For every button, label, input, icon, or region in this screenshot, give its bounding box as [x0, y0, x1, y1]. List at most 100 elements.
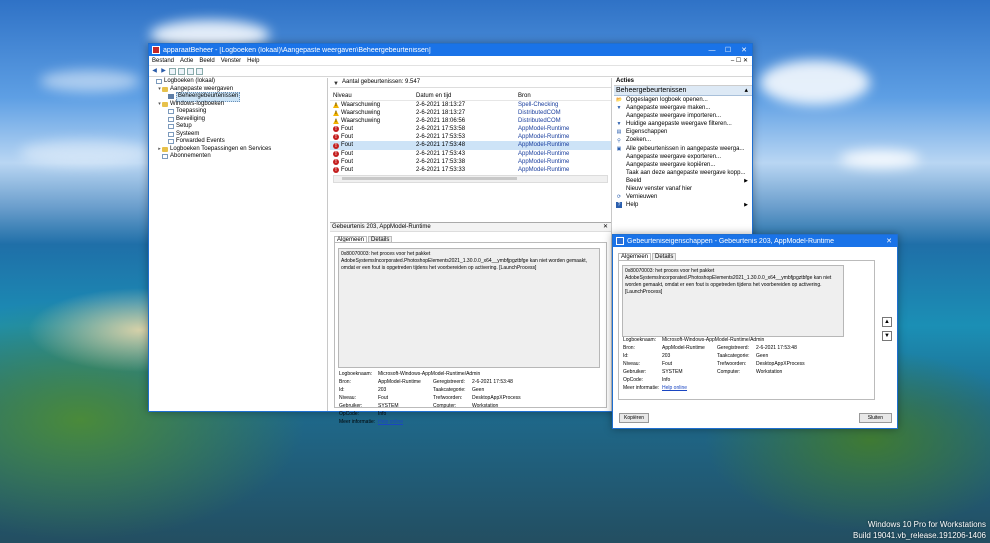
event-detail-pane: Gebeurtenis 203, AppModel-Runtime ✕ Alge…	[330, 222, 611, 425]
title-bar[interactable]: apparaatBeheer - [Logboeken (lokaal)\Aan…	[149, 44, 752, 56]
dialog-tab-details[interactable]: Details	[652, 253, 677, 260]
child-window-controls[interactable]: – ☐ ✕	[731, 57, 748, 64]
back-icon[interactable]: ◀	[151, 68, 158, 75]
prop-logname: Microsoft-Windows-AppModel-Runtime/Admin	[378, 371, 481, 377]
tree-node[interactable]: Forwarded Events	[149, 138, 327, 146]
event-row[interactable]: ! Fout 2-6-2021 17:53:53 AppModel-Runtime	[330, 133, 611, 141]
collapse-up-icon[interactable]: ▴	[744, 86, 748, 95]
copy-button[interactable]: Kopiëren	[619, 413, 650, 423]
close-dialog-button[interactable]: Sluiten	[858, 413, 892, 423]
dlg-computer-label: Computer:	[717, 369, 741, 375]
action-item[interactable]: Aangepaste weergave exporteren...	[614, 153, 752, 161]
minimize-button[interactable]: —	[704, 47, 720, 54]
events-list: ! Waarschuwing 2-6-2021 18:13:27 Spell-Chec…	[330, 101, 611, 174]
event-row[interactable]: ! Fout 2-6-2021 17:53:48 AppModel-Runtime	[330, 141, 611, 150]
event-source: AppModel-Runtime	[518, 126, 570, 133]
action-item[interactable]: Beeld ▶	[614, 177, 752, 185]
general-panel: 0x80070003: het proces voor het pakket A…	[334, 242, 607, 425]
event-date: 2-6-2021 18:13:27	[416, 110, 466, 117]
tree-node-label: Setup	[176, 123, 192, 129]
actions-section-header[interactable]: Beheergebeurtenissen ▴	[614, 86, 752, 96]
tree-node[interactable]: Systeem	[149, 131, 327, 139]
menu-view[interactable]: Beeld	[199, 58, 214, 64]
action-item[interactable]: Nieuw venster vanaf hier	[614, 185, 752, 193]
tree-node[interactable]: ▾ Windows-logboeken	[149, 101, 327, 109]
folder-icon	[162, 86, 168, 92]
next-event-button[interactable]: ▼	[882, 331, 892, 341]
action-item[interactable]: ▤ Eigenschappen	[614, 128, 752, 136]
tree-node[interactable]: ▸ Logboeken Toepassingen en Services	[149, 146, 327, 154]
menu-action[interactable]: Actie	[180, 58, 193, 64]
watermark-build: Build 19041.vb_release.191206-1406	[853, 531, 986, 540]
action-item[interactable]: Aangepaste weergave importeren...	[614, 112, 752, 120]
scrollbar-thumb[interactable]	[342, 176, 517, 180]
forward-icon[interactable]: ▶	[160, 68, 167, 75]
dlg-opcode-label: OpCode:	[623, 377, 644, 383]
menu-help[interactable]: Help	[247, 58, 259, 64]
action-item[interactable]: ▼ Aangepaste weergave maken...	[614, 104, 752, 112]
dlg-help-online-link[interactable]: Help online	[662, 384, 687, 392]
dlg-logged: 2-6-2021 17:53:48	[756, 345, 797, 351]
event-date: 2-6-2021 17:53:48	[416, 142, 466, 149]
event-message[interactable]: 0x80070003: het proces voor het pakket A…	[338, 248, 600, 368]
submenu-arrow-icon: ▶	[744, 202, 748, 209]
action-item[interactable]: ▣ Alle gebeurtenissen in aangepaste weerg…	[614, 145, 752, 153]
tree-node[interactable]: Abonnementen	[149, 153, 327, 161]
column-date[interactable]: Datum en tijd	[416, 92, 518, 100]
help-online-link[interactable]: Help online	[378, 418, 403, 426]
event-properties-dialog: Gebeurteniseigenschappen - Gebeurtenis 2…	[612, 234, 898, 429]
tree-node[interactable]: Toepassing	[149, 108, 327, 116]
up-icon[interactable]	[169, 67, 176, 75]
show-tree-icon[interactable]	[178, 67, 185, 75]
event-row[interactable]: ! Waarschuwing 2-6-2021 18:06:56 Distribute…	[330, 117, 611, 125]
dlg-user-label: Gebruiker:	[623, 369, 647, 375]
close-detail-icon[interactable]: ✕	[603, 223, 608, 231]
pane-icon[interactable]	[196, 67, 203, 75]
event-level: Fout	[341, 158, 354, 165]
events-header: ▼ Aantal gebeurtenissen: 9.547	[330, 78, 611, 88]
dlg-keywords-label: Trefwoorden:	[717, 361, 747, 367]
event-row[interactable]: ! Fout 2-6-2021 17:53:33 AppModel-Runtime	[330, 166, 611, 174]
dlg-logged-label: Geregistreerd:	[717, 345, 749, 351]
action-item[interactable]: 📂 Opgeslagen logboek openen...	[614, 96, 752, 104]
dialog-event-properties: Logboeknaam: Microsoft-Windows-AppModel-R…	[623, 336, 870, 392]
help-toolbar-icon[interactable]	[187, 67, 194, 75]
prop-keywords: DesktopAppXProcess	[472, 395, 521, 401]
tree-node-label: Systeem	[176, 130, 200, 137]
tree-node[interactable]: Setup	[149, 123, 327, 131]
column-level[interactable]: Niveau	[330, 92, 416, 100]
prop-user: SYSTEM	[378, 403, 399, 409]
maximize-button[interactable]: ☐	[720, 46, 736, 54]
tree-node[interactable]: Beveiliging	[149, 116, 327, 124]
dialog-event-message[interactable]: 0x80070003: het proces voor het pakket A…	[622, 265, 844, 337]
event-source: AppModel-Runtime	[518, 150, 570, 157]
close-button[interactable]: ✕	[736, 46, 752, 54]
dlg-id: 203	[662, 353, 671, 359]
log-icon	[168, 139, 174, 145]
prop-id-label: Id:	[339, 387, 345, 393]
event-row[interactable]: ! Fout 2-6-2021 17:53:43 AppModel-Runtime	[330, 150, 611, 158]
menu-file[interactable]: Bestand	[152, 58, 174, 64]
event-row[interactable]: ! Fout 2-6-2021 17:53:38 AppModel-Runtime	[330, 158, 611, 166]
action-item[interactable]: Taak aan deze aangepaste weergave kopp..…	[614, 169, 752, 177]
os-watermark: Windows 10 Pro for Workstations Build 19…	[853, 519, 986, 541]
action-item[interactable]: ▼ Huidige aangepaste weergave filteren...	[614, 120, 752, 128]
dialog-close-button[interactable]: ✕	[881, 237, 897, 245]
event-row[interactable]: ! Waarschuwing 2-6-2021 18:13:27 Spell-Chec…	[330, 101, 611, 109]
tree-node[interactable]: Logboeken (lokaal)	[149, 78, 327, 86]
event-row[interactable]: ! Waarschuwing 2-6-2021 18:13:27 Distribute…	[330, 109, 611, 117]
dialog-tab-general[interactable]: Algemeen	[618, 253, 652, 260]
event-row[interactable]: ! Fout 2-6-2021 17:53:58 AppModel-Runtime	[330, 125, 611, 133]
dialog-title-bar[interactable]: Gebeurteniseigenschappen - Gebeurtenis 2…	[613, 235, 897, 247]
previous-event-button[interactable]: ▲	[882, 317, 892, 327]
action-item[interactable]: ⟳ Vernieuwen	[614, 193, 752, 201]
horizontal-scrollbar[interactable]	[333, 174, 608, 183]
column-source[interactable]: Bron	[518, 92, 608, 100]
tree-node[interactable]: Beheergebeurtenissen	[149, 92, 327, 102]
action-label: Aangepaste weergave importeren...	[626, 113, 722, 120]
action-item[interactable]: ⚲ Zoeken...	[614, 136, 752, 144]
menu-window[interactable]: Venster	[221, 58, 241, 64]
action-item[interactable]: Aangepaste weergave kopiëren...	[614, 161, 752, 169]
action-item[interactable]: ? Help ▶	[614, 201, 752, 209]
prop-level-label: Niveau:	[339, 395, 356, 401]
